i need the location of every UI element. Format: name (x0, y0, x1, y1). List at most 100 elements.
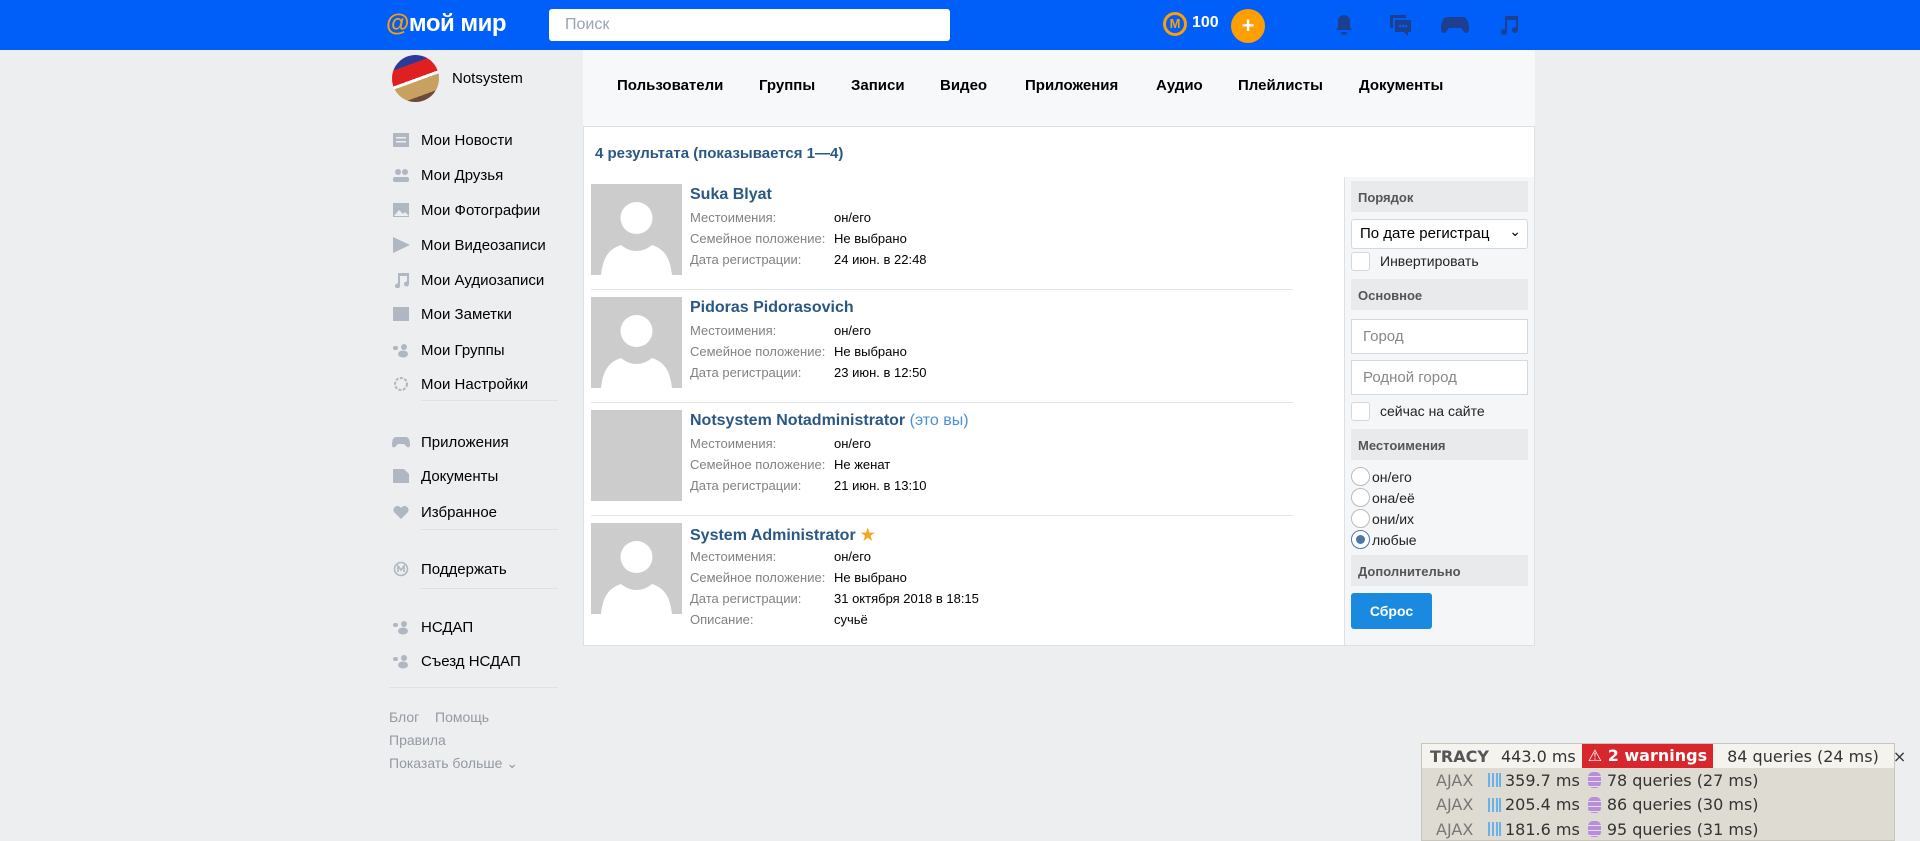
order-select[interactable]: По дате регистрац ⌄ (1351, 219, 1528, 249)
field-value: 23 июн. в 12:50 (834, 365, 927, 380)
tab-users[interactable]: Пользователи (617, 77, 723, 94)
gamepad-icon[interactable] (1440, 13, 1470, 37)
sidebar-item[interactable]: Мои Заметки (392, 302, 512, 326)
groups-icon (392, 342, 410, 358)
footer-link-rules[interactable]: Правила (389, 732, 446, 748)
field-label: Местоимения: (690, 323, 777, 338)
field-value: Не выбрано (834, 231, 907, 246)
profile-name[interactable]: Notsystem (452, 70, 523, 87)
footer-link-help[interactable]: Помощь (435, 709, 489, 725)
add-coins-button[interactable]: + (1231, 9, 1265, 43)
divider (421, 588, 558, 589)
field-value: он/его (834, 436, 871, 451)
user-name-link[interactable]: Suka Blyat (690, 186, 772, 204)
filter-panel: Порядок По дате регистрац ⌄ Инвертировать… (1344, 177, 1535, 646)
search-input[interactable] (549, 9, 950, 41)
close-icon[interactable]: × (1893, 747, 1906, 766)
messages-icon[interactable] (1387, 13, 1413, 37)
user-avatar[interactable] (591, 523, 682, 614)
pronoun-radio[interactable]: они/их (1351, 508, 1528, 529)
sidebar-item[interactable]: Мои Группы (392, 338, 505, 362)
radio-button[interactable] (1351, 530, 1370, 549)
tab-documents[interactable]: Документы (1359, 77, 1443, 94)
field-label: Местоимения: (690, 549, 777, 564)
row-divider (591, 515, 1293, 516)
pronoun-radio[interactable]: он/его (1351, 466, 1528, 487)
audio-icon (392, 272, 410, 289)
user-name-link[interactable]: System Administrator ★ (690, 525, 875, 545)
coin-balance: 100 (1192, 14, 1219, 31)
sidebar-item[interactable]: Документы (392, 464, 498, 488)
sidebar-item-label: Мои Аудиозаписи (421, 271, 545, 289)
radio-button[interactable] (1351, 509, 1370, 528)
tab-posts[interactable]: Записи (851, 77, 905, 94)
sidebar-item[interactable]: НСДАП (392, 615, 473, 639)
tracy-ajax-row[interactable]: AJAX 359.7 ms 78 queries (27 ms) (1422, 768, 1759, 792)
show-more-link[interactable]: Показать больше ⌄ (389, 755, 518, 772)
checkbox[interactable] (1351, 401, 1370, 421)
user-name-link[interactable]: Pidoras Pidorasovich (690, 299, 854, 317)
sidebar-item[interactable]: Приложения (392, 430, 509, 454)
chevron-down-icon: ⌄ (1509, 223, 1521, 239)
groups-icon (392, 619, 410, 635)
user-avatar[interactable] (591, 410, 682, 501)
divider (421, 529, 558, 530)
friends-icon (392, 167, 410, 183)
extra-heading: Дополнительно (1351, 555, 1528, 586)
pronouns-radio-group: он/его она/её они/их любые (1351, 466, 1528, 550)
bell-icon[interactable] (1331, 13, 1357, 37)
settings-icon (392, 376, 410, 392)
sidebar-item[interactable]: Мои Аудиозаписи (392, 268, 544, 292)
sidebar-item[interactable]: Избранное (392, 500, 497, 524)
field-label: Описание: (690, 612, 754, 627)
warnings-badge[interactable]: ⚠ 2 warnings (1581, 744, 1714, 768)
footer-link-blog[interactable]: Блог (389, 709, 419, 725)
results-count: 4 результата (показывается 1—4) (595, 145, 844, 162)
logo[interactable]: @мой мир (386, 10, 507, 38)
music-icon[interactable] (1496, 13, 1522, 37)
field-value: 24 июн. в 22:48 (834, 252, 927, 267)
sidebar-item[interactable]: Поддержать (392, 557, 507, 581)
pronoun-radio[interactable]: она/её (1351, 487, 1528, 508)
field-value: он/его (834, 210, 871, 225)
user-avatar[interactable] (591, 184, 682, 275)
search-tabs: Пользователи Группы Записи Видео Приложе… (583, 50, 1535, 126)
sidebar-item-label: Избранное (421, 503, 498, 521)
pronouns-heading: Местоимения (1351, 429, 1528, 460)
user-name-link[interactable]: Notsystem Notadministrator (это вы) (690, 412, 969, 430)
online-checkbox[interactable]: сейчас на сайте (1351, 399, 1528, 423)
tracy-logo[interactable]: TRACY (1430, 747, 1489, 766)
sidebar-item[interactable]: Съезд НСДАП (392, 649, 521, 673)
radio-button[interactable] (1351, 488, 1370, 507)
sidebar-item[interactable]: Мои Друзья (392, 163, 503, 187)
hometown-input[interactable] (1351, 360, 1528, 395)
sidebar-item[interactable]: Мои Видеозаписи (392, 233, 546, 257)
radio-button[interactable] (1351, 467, 1370, 486)
self-marker: (это вы) (909, 412, 969, 429)
reset-button[interactable]: Сброс (1351, 593, 1432, 629)
sidebar-item-label: Приложения (421, 433, 509, 451)
sidebar-item-label: Мои Группы (421, 341, 505, 359)
tracy-ajax-row[interactable]: AJAX 205.4 ms 86 queries (30 ms) (1422, 793, 1759, 817)
tab-audio[interactable]: Аудио (1156, 77, 1203, 94)
tab-video[interactable]: Видео (940, 77, 987, 94)
tab-apps[interactable]: Приложения (1025, 77, 1118, 94)
checkbox[interactable] (1351, 251, 1370, 271)
sidebar-item[interactable]: Мои Настройки (392, 372, 528, 396)
avatar[interactable] (392, 55, 439, 102)
sidebar-item[interactable]: Мои Фотографии (392, 198, 540, 222)
donate-icon (392, 561, 410, 577)
tracy-ajax-row[interactable]: AJAX 181.6 ms 95 queries (31 ms) (1422, 817, 1759, 841)
result-row: Notsystem Notadministrator (это вы) Место… (591, 410, 1293, 516)
sidebar-item[interactable]: Мои Новости (392, 128, 513, 152)
city-input[interactable] (1351, 319, 1528, 354)
sidebar-item-label: Мои Новости (421, 131, 513, 149)
news-icon (392, 132, 410, 148)
tab-groups[interactable]: Группы (759, 77, 815, 94)
user-avatar[interactable] (591, 297, 682, 388)
tab-playlists[interactable]: Плейлисты (1238, 77, 1323, 94)
pronoun-radio[interactable]: любые (1351, 529, 1528, 550)
invert-checkbox[interactable]: Инвертировать (1351, 249, 1528, 273)
database-icon (1587, 821, 1601, 837)
bar-chart-icon (1488, 797, 1501, 812)
